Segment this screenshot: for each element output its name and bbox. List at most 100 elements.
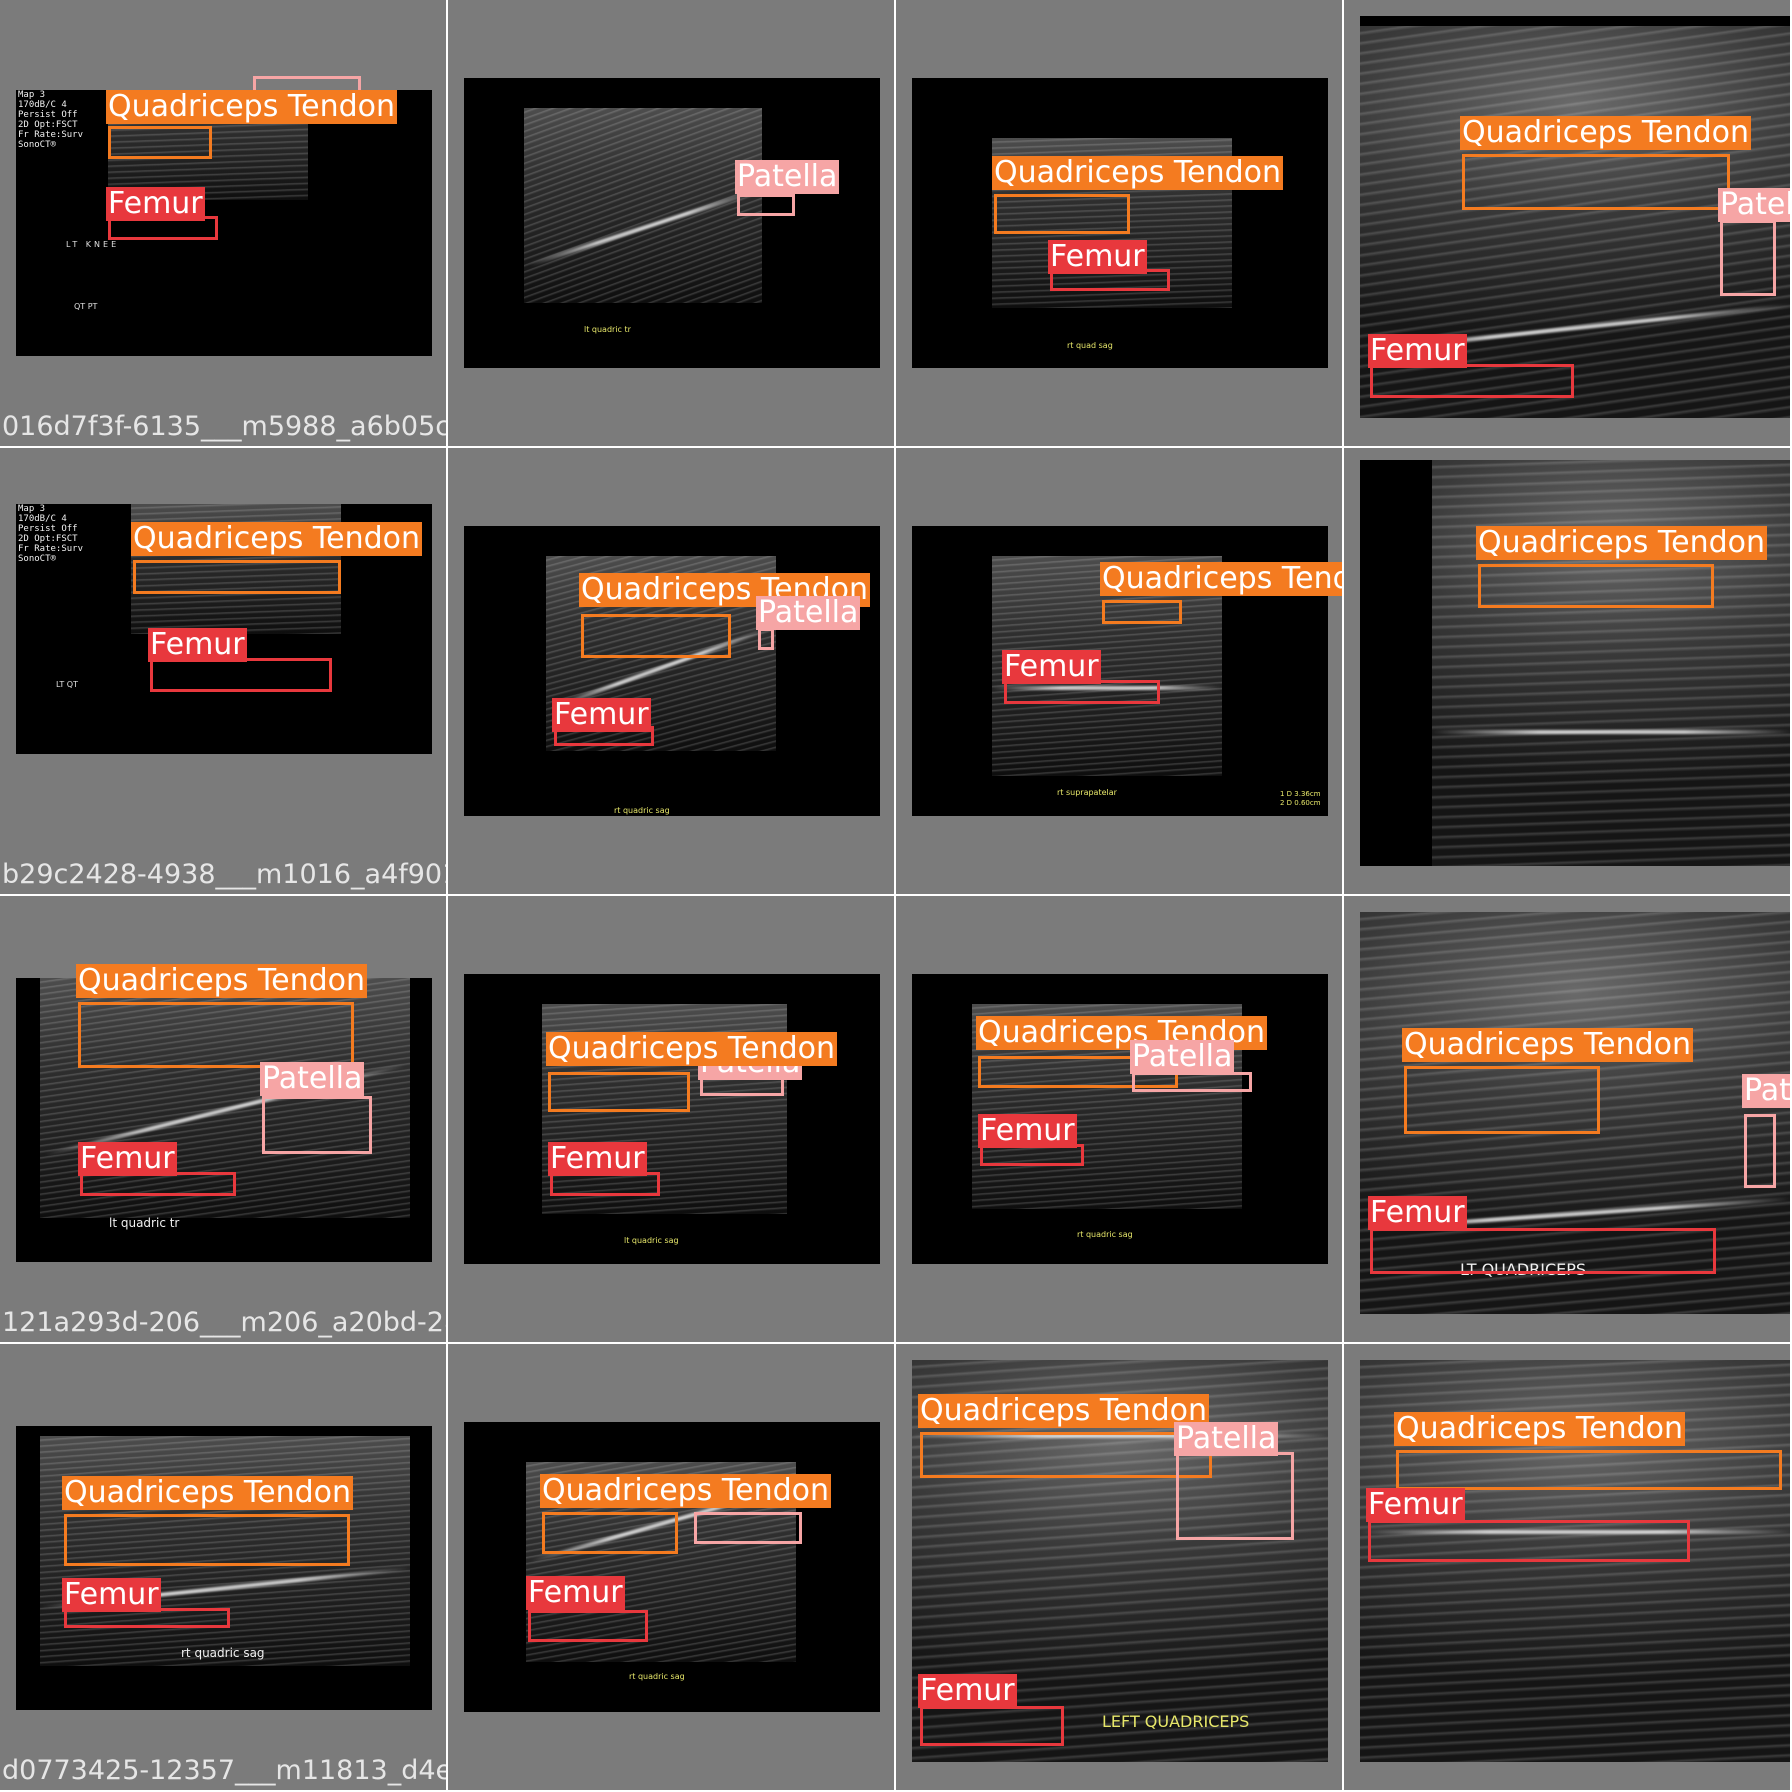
femur-label: Femur xyxy=(62,1577,161,1612)
ultrasound-image: rt quadric sag xyxy=(464,526,880,816)
ultrasound-image: Map 3 170dB/C 4 Persist Off 2D Opt:FSCT … xyxy=(16,90,432,356)
image-caption xyxy=(1346,1308,1790,1338)
quadriceps-tendon-box xyxy=(64,1514,350,1566)
femur-box xyxy=(1370,364,1574,398)
tile-5: Map 3 170dB/C 4 Persist Off 2D Opt:FSCT … xyxy=(0,448,1581,896)
patella-box xyxy=(737,194,795,216)
annotation: rt quad sag xyxy=(1067,341,1113,350)
femur-label: Femur xyxy=(918,1673,1017,1708)
tile-15: LEFT QUADRICEPS Quadriceps Tendon Patell… xyxy=(896,1344,1344,1792)
image-caption xyxy=(898,860,1342,890)
image-caption xyxy=(450,1756,894,1786)
quadriceps-tendon-label: Quadriceps Tendon xyxy=(76,963,367,998)
image-caption xyxy=(1346,412,1790,442)
femur-label: Femur xyxy=(978,1113,1077,1148)
quadriceps-tendon-box xyxy=(581,614,731,658)
quadriceps-tendon-box xyxy=(1102,600,1182,624)
patella-box xyxy=(1744,1114,1776,1188)
ultrasound-image: lt quadric tr xyxy=(464,78,880,368)
patella-box xyxy=(1720,220,1776,296)
tile-2: lt quadric tr Patella xyxy=(448,0,896,448)
image-caption: 121a293d-206___m206_a20bd-2893-93c7US_m8… xyxy=(2,1308,1483,1338)
annotation: rt quadric sag xyxy=(614,806,670,815)
quadriceps-tendon-box xyxy=(133,560,341,594)
quadriceps-tendon-box xyxy=(548,1072,690,1112)
femur-label: Femur xyxy=(1002,649,1101,684)
quadriceps-tendon-box xyxy=(1404,1066,1600,1134)
tile-13: rt quadric sag Quadriceps Tendon Femur d… xyxy=(0,1344,1554,1792)
annotation: LT QT xyxy=(56,680,78,689)
femur-label: Femur xyxy=(526,1575,625,1610)
femur-label: Femur xyxy=(148,627,247,662)
quadriceps-tendon-label: Quadriceps Tendon xyxy=(918,1393,1209,1428)
ultrasound-image: rt quadric sag xyxy=(16,1426,432,1710)
femur-label: Femur xyxy=(1368,1195,1467,1230)
femur-box xyxy=(150,658,332,692)
quadriceps-tendon-label: Quadriceps Tendon xyxy=(106,89,397,124)
tile-3: rt quad sag Quadriceps Tendon Femur xyxy=(896,0,1344,448)
image-caption xyxy=(450,860,894,890)
patella-label: Patella xyxy=(1718,188,1792,222)
femur-label: Femur xyxy=(552,697,651,732)
quadriceps-tendon-box xyxy=(108,126,212,159)
annotation: rt quadric sag xyxy=(1077,1230,1133,1239)
scanner-settings: Map 3 170dB/C 4 Persist Off 2D Opt:FSCT … xyxy=(18,90,84,150)
image-caption: b29c2428-4938___m1016_a4f9013d07853 9 18… xyxy=(2,859,1581,890)
quadriceps-tendon-label: Quadriceps Tendon xyxy=(540,1473,831,1508)
tile-10: lt quadric sag Patella Quadriceps Tendon… xyxy=(448,896,896,1344)
image-caption: d0773425-12357___m11813_d4e2375e-70807 1… xyxy=(2,1755,1554,1786)
ultrasound-image: lt quadric sag xyxy=(464,974,880,1264)
annotation: LT KNEE xyxy=(66,240,120,249)
tile-14: rt quadric sag Quadriceps Tendon Femur xyxy=(448,1344,896,1792)
tile-1: Map 3 170dB/C 4 Persist Off 2D Opt:FSCT … xyxy=(0,0,1534,448)
femur-label: Femur xyxy=(1368,333,1467,368)
tile-16: Quadriceps Tendon Femur xyxy=(1344,1344,1792,1792)
image-caption xyxy=(898,1756,1342,1786)
quadriceps-tendon-box xyxy=(78,1002,354,1068)
annotation: lt quadric tr xyxy=(109,1216,180,1230)
ultrasound-image: rt quadric sag xyxy=(464,1422,880,1712)
quadriceps-tendon-label: Quadriceps Tendon xyxy=(546,1031,837,1066)
image-caption xyxy=(898,1308,1342,1338)
quadriceps-tendon-box xyxy=(1396,1450,1782,1490)
femur-box xyxy=(1370,1228,1716,1274)
femur-label: Femur xyxy=(78,1141,177,1176)
quadriceps-tendon-label: Quadriceps Tendon xyxy=(1394,1411,1685,1446)
tile-9: lt quadric tr Quadriceps Tendon Patella … xyxy=(0,896,1483,1344)
quadriceps-tendon-box xyxy=(1478,564,1714,608)
image-caption: 016d7f3f-6135___m5988_a6b05c7d78-1001939… xyxy=(2,412,1534,442)
femur-label: Femur xyxy=(1366,1487,1465,1522)
quadriceps-tendon-box xyxy=(994,194,1130,234)
annotation: rt quadric sag xyxy=(181,1646,265,1660)
patella-label: Patella xyxy=(1742,1074,1792,1108)
tile-12: LT QUADRICEPS Quadriceps Tendon Patella … xyxy=(1344,896,1792,1344)
tile-8: Quadriceps Tendon xyxy=(1344,448,1792,896)
patella-box xyxy=(262,1096,372,1154)
quadriceps-tendon-box xyxy=(1462,154,1730,210)
femur-label: Femur xyxy=(548,1141,647,1176)
quadriceps-tendon-box xyxy=(920,1432,1212,1478)
annotation: LEFT QUADRICEPS xyxy=(1102,1712,1250,1731)
tile-6: rt quadric sag Quadriceps Tendon Patella… xyxy=(448,448,896,896)
femur-box xyxy=(528,1610,648,1642)
patella-box xyxy=(1176,1452,1294,1540)
quadriceps-tendon-label: Quadriceps Tendon xyxy=(1476,525,1767,560)
quadriceps-tendon-label: Quadriceps Tendon xyxy=(1402,1027,1693,1062)
quadriceps-tendon-label: Quadriceps Tendon xyxy=(62,1475,353,1510)
patella-label: Patella xyxy=(260,1061,365,1096)
patella-label: Patella xyxy=(735,159,840,194)
tile-11: rt quadric sag Quadriceps Tendon Patella… xyxy=(896,896,1344,1344)
patella-box xyxy=(1132,1072,1252,1092)
image-caption xyxy=(1346,1756,1790,1786)
patella-label: Patella xyxy=(1130,1039,1235,1074)
annotation: QT PT xyxy=(74,302,98,311)
femur-label: Femur xyxy=(1048,239,1147,274)
femur-label: Femur xyxy=(106,186,205,221)
image-caption xyxy=(1346,860,1790,890)
image-caption xyxy=(450,412,894,442)
scanner-settings: Map 3 170dB/C 4 Persist Off 2D Opt:FSCT … xyxy=(18,504,84,564)
quadriceps-tendon-label: Quadriceps Tendon xyxy=(131,521,422,556)
image-caption xyxy=(450,1308,894,1338)
quadriceps-tendon-label: Quadriceps Tendon xyxy=(992,155,1283,190)
annotation: 1 D 3.36cm xyxy=(1280,790,1321,798)
